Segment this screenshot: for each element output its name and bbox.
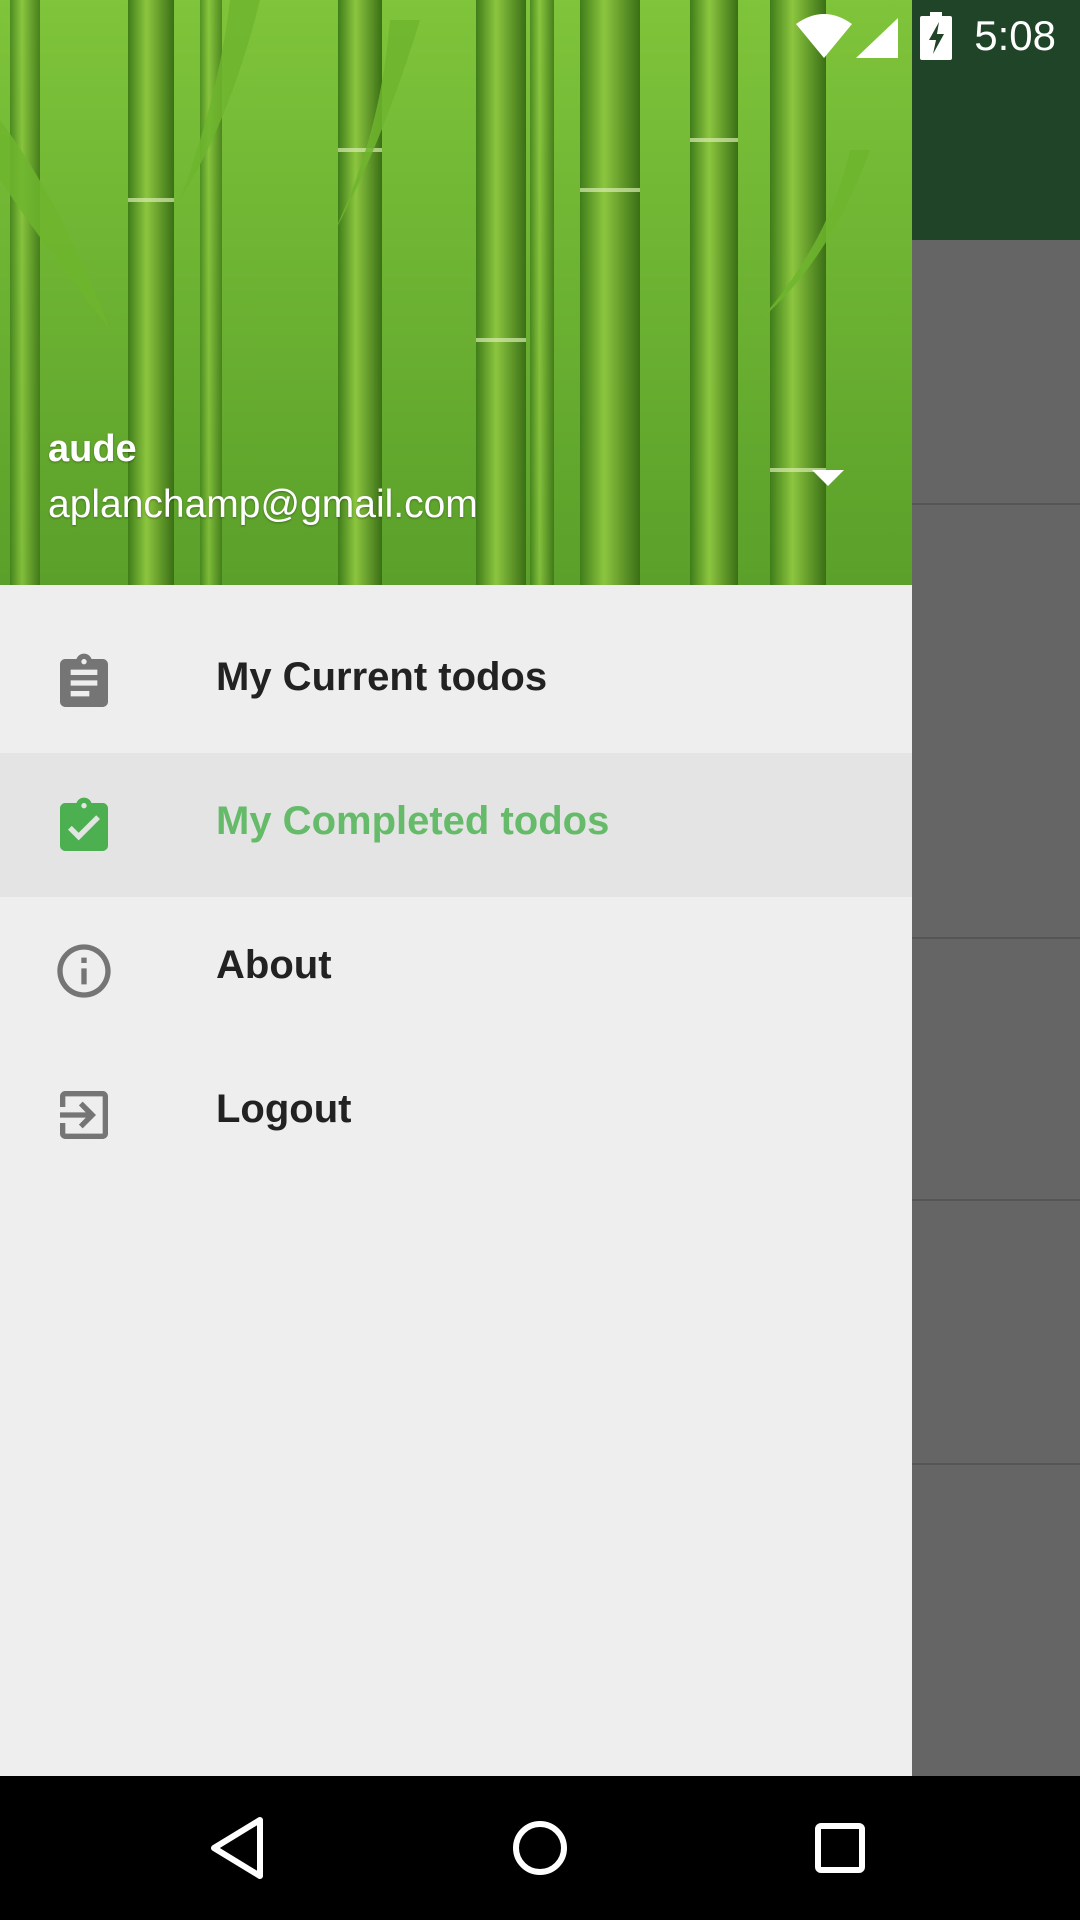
info-icon — [52, 939, 116, 1003]
home-icon[interactable] — [500, 1808, 580, 1888]
menu-item-label: My Completed todos — [216, 799, 610, 843]
user-name: aude — [48, 428, 137, 470]
account-dropdown-icon[interactable] — [808, 466, 848, 490]
drawer-header: aude aplanchamp@gmail.com — [0, 0, 912, 585]
user-email: aplanchamp@gmail.com — [48, 483, 478, 526]
clipboard-check-icon — [52, 795, 116, 859]
wifi-icon — [796, 14, 852, 63]
drawer-menu: My Current todos My Completed todos Abou… — [0, 609, 912, 1185]
signal-icon — [856, 18, 898, 63]
status-time: 5:08 — [974, 12, 1056, 59]
back-icon[interactable] — [200, 1808, 280, 1888]
battery-charging-icon — [920, 12, 952, 65]
navigation-drawer: aude aplanchamp@gmail.com My Current tod… — [0, 0, 912, 1776]
menu-item-about[interactable]: About — [0, 897, 912, 1041]
clipboard-icon — [52, 651, 116, 715]
menu-item-logout[interactable]: Logout — [0, 1041, 912, 1185]
menu-item-label: My Current todos — [216, 655, 548, 699]
menu-item-label: Logout — [216, 1087, 352, 1131]
status-bar: 5:08 — [0, 0, 1080, 72]
logout-icon — [52, 1083, 116, 1147]
recents-icon[interactable] — [800, 1808, 880, 1888]
menu-item-label: About — [216, 943, 332, 987]
menu-item-current-todos[interactable]: My Current todos — [0, 609, 912, 753]
navigation-bar — [0, 1776, 1080, 1920]
menu-item-completed-todos[interactable]: My Completed todos — [0, 753, 912, 897]
